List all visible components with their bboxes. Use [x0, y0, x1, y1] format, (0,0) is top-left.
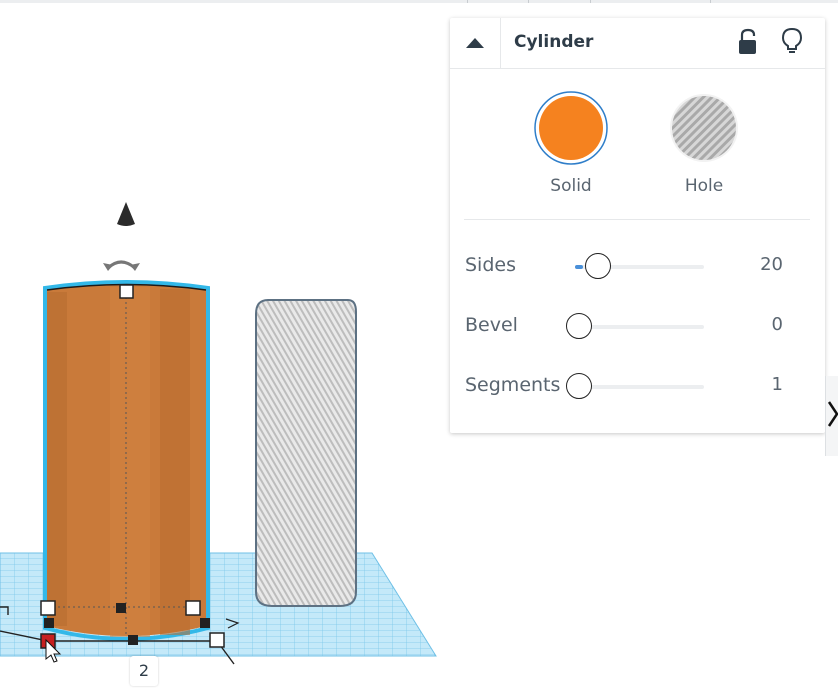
sides-value[interactable]: 20: [760, 254, 783, 275]
height-handle[interactable]: [119, 284, 134, 299]
sides-slider-fill: [575, 265, 583, 269]
side-panel-toggle[interactable]: [825, 376, 838, 456]
collapse-arrow-icon: [466, 38, 484, 48]
shape-name: Cylinder: [514, 32, 594, 52]
sides-label: Sides: [465, 254, 516, 276]
lightbulb-icon[interactable]: [780, 26, 804, 56]
bevel-slider[interactable]: [566, 313, 704, 339]
unlock-icon[interactable]: [736, 28, 760, 56]
segments-slider-knob[interactable]: [566, 373, 592, 399]
collapse-button[interactable]: [450, 18, 501, 68]
inspector-divider: [464, 219, 810, 220]
dimension-input[interactable]: 2: [130, 656, 158, 686]
segments-value[interactable]: 1: [772, 374, 783, 395]
segments-row: Segments 1: [450, 366, 825, 406]
segments-slider[interactable]: [566, 373, 704, 399]
bevel-row: Bevel 0: [450, 306, 825, 346]
chevron-right-icon: [827, 401, 838, 427]
sides-slider[interactable]: [575, 253, 704, 279]
corner-handle-back-right[interactable]: [185, 600, 201, 616]
hole-option[interactable]: Hole: [664, 90, 744, 196]
sides-row: Sides 20: [450, 246, 825, 286]
shape-inspector-panel: Cylinder Solid Hole Sides 20 Bevel 0 Seg…: [450, 18, 825, 433]
solid-label: Solid: [550, 176, 592, 196]
solid-option[interactable]: Solid: [531, 90, 611, 196]
bevel-slider-knob[interactable]: [566, 313, 592, 339]
cylinder-shape[interactable]: [43, 280, 210, 641]
bevel-label: Bevel: [465, 314, 518, 336]
hole-swatch: [670, 94, 738, 162]
corner-handle-front-right[interactable]: [209, 632, 225, 648]
edge-handle-right[interactable]: [200, 618, 210, 628]
hole-shape[interactable]: [255, 299, 357, 607]
rotate-arrow-icon[interactable]: [103, 260, 140, 271]
segments-label: Segments: [465, 374, 561, 396]
inspector-header: Cylinder: [450, 18, 825, 69]
edge-handle-back[interactable]: [116, 603, 126, 613]
edge-handle-left[interactable]: [44, 618, 54, 628]
bevel-value[interactable]: 0: [772, 314, 783, 335]
corner-handle-back-left[interactable]: [40, 600, 56, 616]
hole-label: Hole: [684, 176, 724, 196]
lift-cone-icon[interactable]: [117, 202, 135, 226]
sides-slider-knob[interactable]: [585, 253, 611, 279]
solid-swatch: [534, 91, 608, 165]
edge-handle-front[interactable]: [128, 635, 138, 645]
